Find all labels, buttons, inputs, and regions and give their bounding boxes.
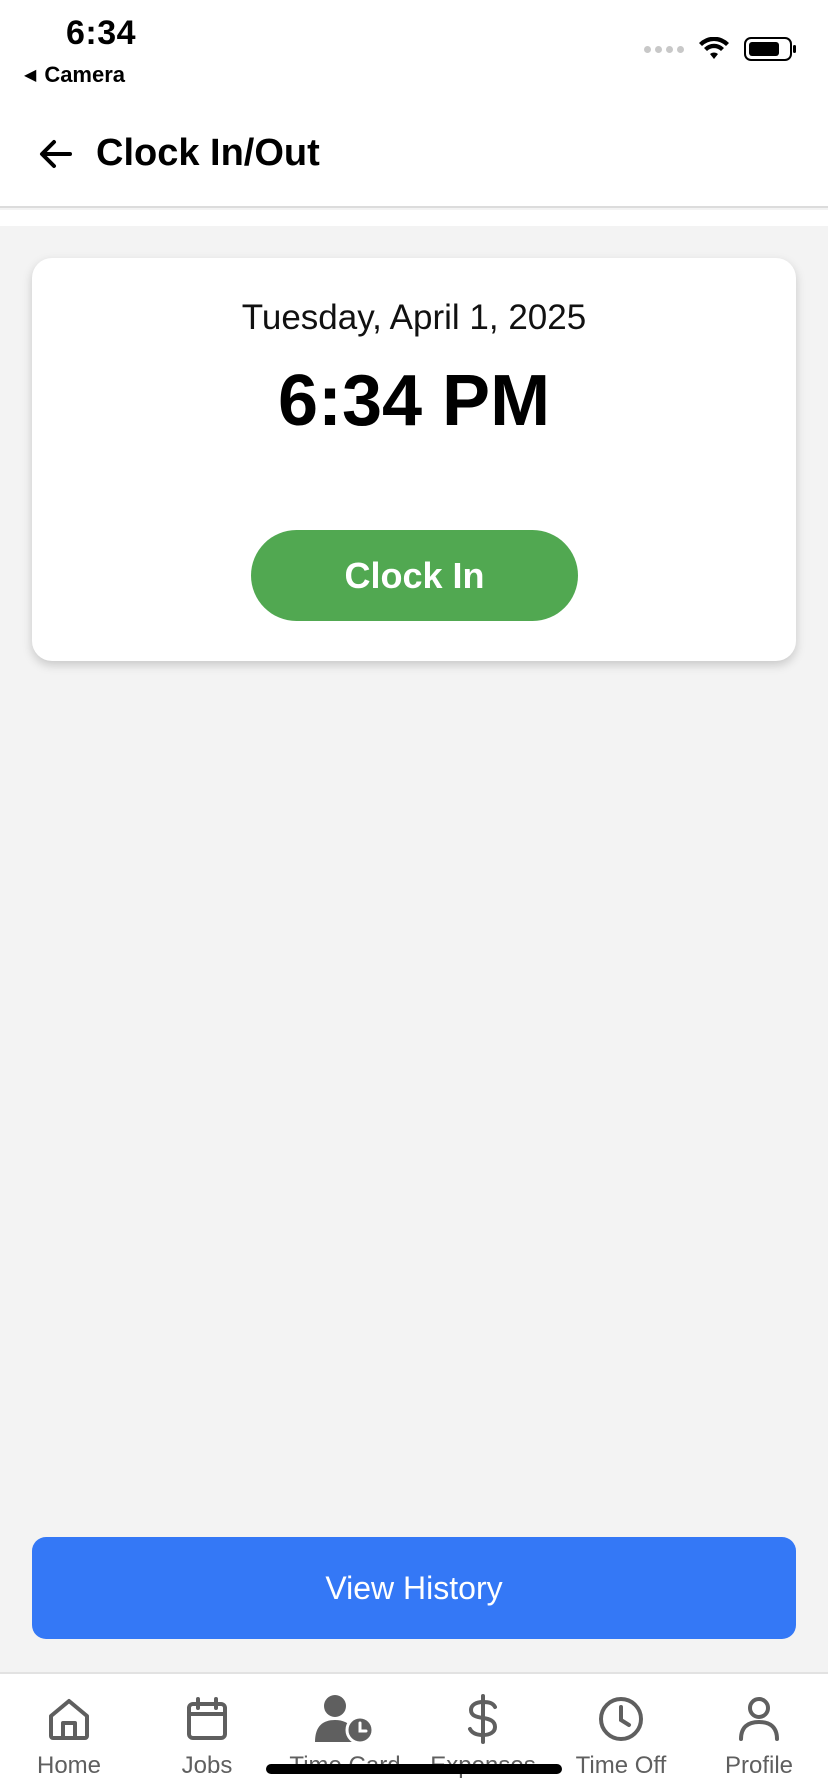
- current-date: Tuesday, April 1, 2025: [241, 298, 587, 337]
- page-title: Clock In/Out: [96, 132, 320, 174]
- header-spacer: [0, 210, 828, 226]
- user-clock-icon: [315, 1695, 375, 1744]
- tab-label: Profile: [724, 1752, 794, 1779]
- app-header: Clock In/Out: [0, 100, 828, 208]
- home-indicator: [266, 1764, 562, 1774]
- wifi-icon: [699, 37, 729, 59]
- tab-profile[interactable]: Profile: [690, 1674, 828, 1792]
- tab-time-card[interactable]: Time Card: [276, 1674, 414, 1792]
- person-icon: [739, 1697, 779, 1741]
- calendar-icon: [187, 1697, 227, 1740]
- clock-card: Tuesday, April 1, 2025 6:34 PM Clock In: [32, 258, 796, 661]
- clock-icon: [599, 1697, 643, 1741]
- battery-icon: [744, 37, 796, 61]
- tab-label: Jobs: [181, 1752, 233, 1779]
- back-app-label: Camera: [44, 62, 126, 87]
- status-bar: 6:34 ◀ Camera: [0, 0, 828, 100]
- arrow-left-icon: [40, 140, 72, 168]
- current-time: 6:34 PM: [277, 361, 551, 441]
- back-button[interactable]: [32, 130, 80, 178]
- home-icon: [49, 1699, 89, 1740]
- tab-home[interactable]: Home: [0, 1674, 138, 1792]
- back-triangle-icon: ◀: [24, 67, 37, 84]
- status-time: 6:34: [66, 14, 137, 52]
- tab-label: Time Off: [575, 1752, 667, 1779]
- back-to-app-link[interactable]: ◀ Camera: [24, 62, 125, 88]
- status-icons: [644, 36, 798, 62]
- tab-jobs[interactable]: Jobs: [138, 1674, 276, 1792]
- clock-in-button[interactable]: Clock In: [251, 530, 578, 621]
- bottom-tab-bar: Home Jobs Time Card Expens: [0, 1672, 828, 1792]
- tab-label: Home: [36, 1752, 102, 1779]
- view-history-button[interactable]: View History: [32, 1537, 796, 1639]
- tab-time-off[interactable]: Time Off: [552, 1674, 690, 1792]
- signal-icon: [644, 45, 684, 53]
- dollar-icon: [468, 1694, 498, 1744]
- tab-expenses[interactable]: Expenses: [414, 1674, 552, 1792]
